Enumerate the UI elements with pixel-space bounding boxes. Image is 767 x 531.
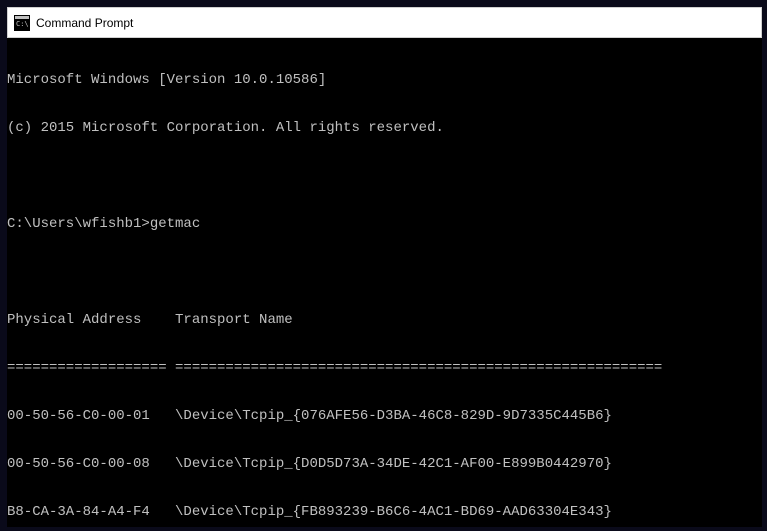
command-prompt-line: C:\Users\wfishb1>getmac xyxy=(7,216,762,232)
svg-text:C:\: C:\ xyxy=(16,20,29,28)
copyright-line: (c) 2015 Microsoft Corporation. All righ… xyxy=(7,120,762,136)
command-prompt-window: C:\ Command Prompt Microsoft Windows [Ve… xyxy=(7,7,762,527)
blank-line xyxy=(7,264,762,280)
titlebar[interactable]: C:\ Command Prompt xyxy=(7,7,762,38)
blank-line xyxy=(7,168,762,184)
os-version-line: Microsoft Windows [Version 10.0.10586] xyxy=(7,72,762,88)
terminal-output[interactable]: Microsoft Windows [Version 10.0.10586] (… xyxy=(7,38,762,527)
table-row: 00-50-56-C0-00-01 \Device\Tcpip_{076AFE5… xyxy=(7,408,762,424)
command-prompt-icon: C:\ xyxy=(14,15,30,31)
table-header: Physical Address Transport Name xyxy=(7,312,762,328)
table-divider: =================== ====================… xyxy=(7,360,762,376)
table-row: B8-CA-3A-84-A4-F4 \Device\Tcpip_{FB89323… xyxy=(7,504,762,520)
table-row: 00-50-56-C0-00-08 \Device\Tcpip_{D0D5D73… xyxy=(7,456,762,472)
window-title: Command Prompt xyxy=(36,16,133,30)
